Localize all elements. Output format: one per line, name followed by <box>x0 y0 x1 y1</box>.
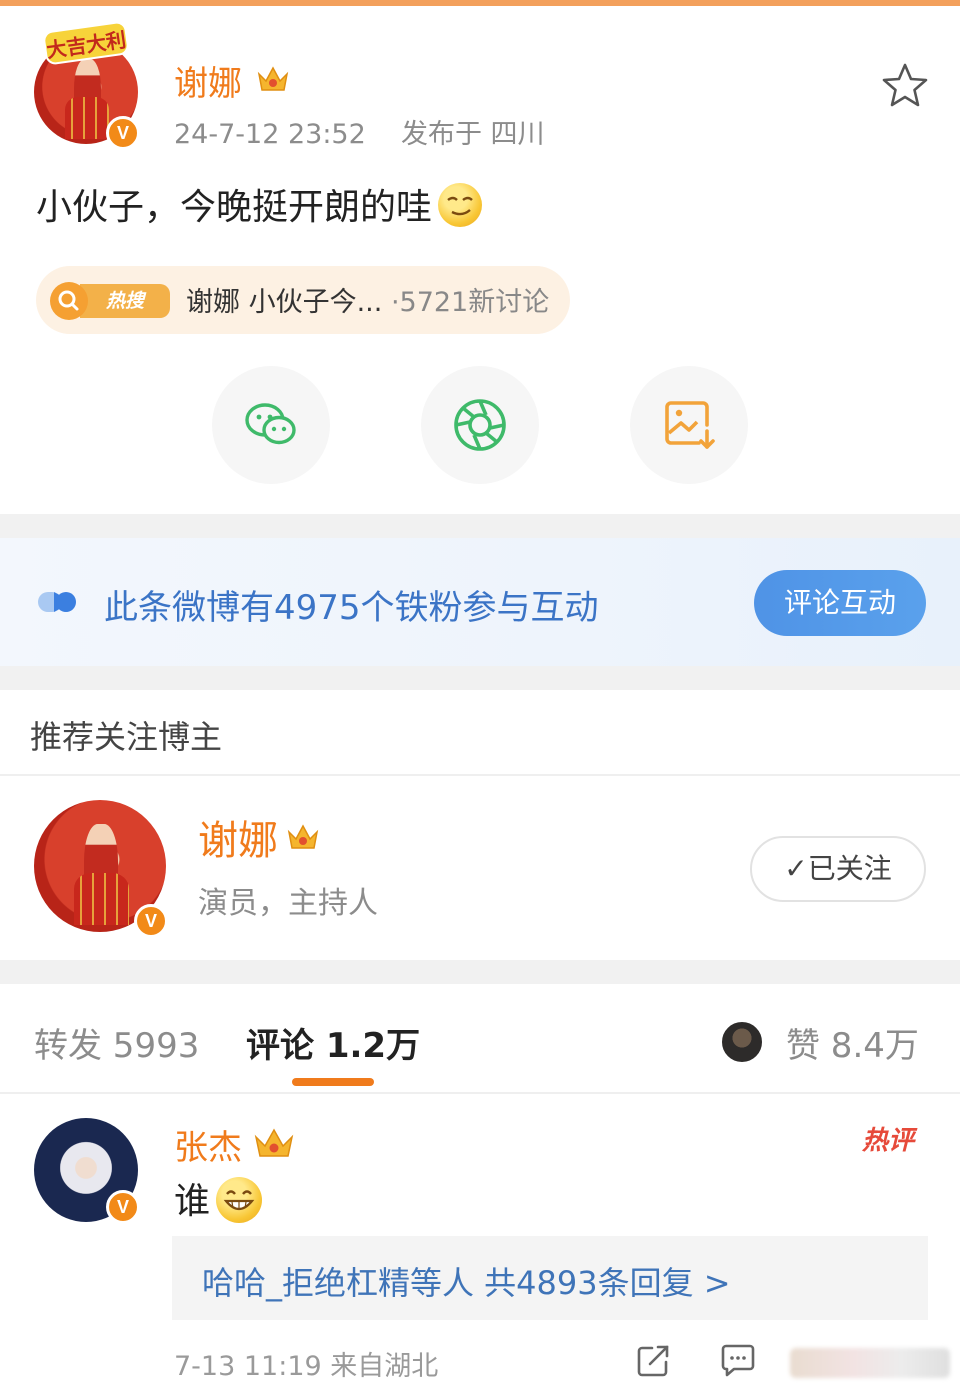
section-divider <box>0 960 960 984</box>
hot-search-count: ·5721新讨论 <box>390 287 550 318</box>
post-time: 24-7-12 23:52 <box>174 119 366 150</box>
commenter-name[interactable]: 张杰 <box>174 1120 242 1169</box>
tab-repost[interactable]: 转发 5993 <box>34 1018 199 1067</box>
section-divider <box>0 666 960 690</box>
comment-icon[interactable] <box>720 1344 756 1378</box>
comment-content: 谁 <box>174 1172 263 1224</box>
hot-search-topic: 谢娜 小伙子今... <box>186 287 383 318</box>
divider-line <box>0 774 960 776</box>
fan-interaction-text: 此条微博有4975个铁粉参与互动 <box>104 588 599 628</box>
hot-search-pill[interactable]: 热搜 谢娜 小伙子今... ·5721新讨论 <box>36 266 570 334</box>
tab-comment[interactable]: 评论 1.2万 <box>246 1018 420 1067</box>
search-icon <box>50 282 88 320</box>
post-text: 小伙子，今晚挺开朗的哇 <box>36 187 433 228</box>
section-divider <box>0 514 960 538</box>
replies-link[interactable]: 哈哈_拒绝杠精等人 共4893条回复 > <box>202 1258 731 1304</box>
wechat-icon <box>245 403 296 445</box>
author-name[interactable]: 谢娜 <box>174 56 242 105</box>
save-image-button[interactable] <box>630 366 748 484</box>
moments-icon <box>454 399 506 451</box>
share-moments-button[interactable] <box>421 366 539 484</box>
tab-like[interactable]: 赞 8.4万 <box>786 1018 919 1067</box>
recommend-desc: 演员，主持人 <box>198 886 378 921</box>
grin-emoji-icon <box>216 1177 263 1223</box>
divider-line <box>0 1092 960 1094</box>
followed-button[interactable]: ✓已关注 <box>750 836 926 902</box>
active-tab-indicator <box>292 1078 374 1086</box>
comment-text: 谁 <box>174 1181 211 1222</box>
recommend-name[interactable]: 谢娜 <box>198 808 278 866</box>
crown-icon <box>257 66 289 91</box>
smirk-emoji-icon <box>438 183 483 227</box>
verified-badge-icon: V <box>106 1190 140 1224</box>
hot-search-text: 谢娜 小伙子今... ·5721新讨论 <box>186 280 549 319</box>
post-content: 小伙子，今晚挺开朗的哇 <box>36 178 483 230</box>
post-card: 大吉大利 V 谢娜 24-7-12 23:52 发布于 四川 小伙子，今晚挺开朗… <box>0 6 960 514</box>
comment-meta: 7-13 11:19 来自湖北 <box>174 1351 439 1382</box>
replies-box[interactable]: 哈哈_拒绝杠精等人 共4893条回复 > <box>172 1236 928 1320</box>
favorite-star-icon[interactable] <box>880 60 930 110</box>
share-wechat-button[interactable] <box>212 366 330 484</box>
fan-interaction-banner[interactable]: 此条微博有4975个铁粉参与互动 评论互动 <box>0 538 960 666</box>
share-icon[interactable] <box>636 1344 672 1378</box>
crown-icon <box>254 1128 294 1157</box>
tab-bar: 转发 5993 评论 1.2万 赞 8.4万 <box>0 984 960 1092</box>
hot-comment-badge: 热评 <box>862 1126 915 1156</box>
verified-badge-icon: V <box>106 116 140 150</box>
liker-avatar <box>720 1020 764 1064</box>
verified-badge-icon: V <box>134 904 168 938</box>
post-location: 发布于 四川 <box>400 119 545 150</box>
post-meta: 24-7-12 23:52 发布于 四川 <box>174 112 545 151</box>
recommend-title: 推荐关注博主 <box>30 718 223 756</box>
crown-icon <box>287 824 319 849</box>
like-action-blurred[interactable] <box>790 1348 950 1378</box>
hot-search-badge: 热搜 <box>80 284 170 318</box>
comment-interact-button[interactable]: 评论互动 <box>754 570 926 636</box>
save-image-icon <box>665 401 715 449</box>
fan-badge-icon <box>38 592 76 612</box>
